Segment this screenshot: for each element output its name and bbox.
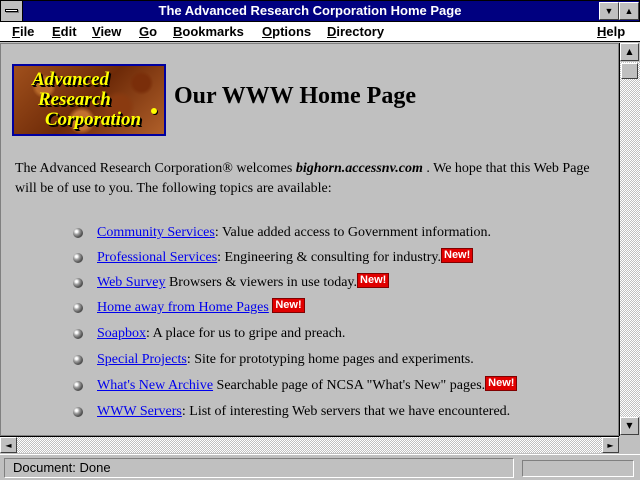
arrow-down-icon: ▼ — [626, 421, 633, 430]
scroll-left-button[interactable]: ◄ — [0, 437, 17, 453]
bullet-icon — [73, 329, 83, 339]
menu-bookmarks[interactable]: Bookmarks — [173, 22, 244, 41]
menu-view[interactable]: View — [92, 22, 121, 41]
menu-bar: File Edit View Go Bookmarks Options Dire… — [0, 22, 640, 42]
page-content: Advanced Research Corporation Our WWW Ho… — [0, 43, 619, 436]
scroll-down-button[interactable]: ▼ — [620, 417, 639, 435]
bullet-icon — [73, 407, 83, 417]
system-menu-button[interactable] — [1, 1, 23, 21]
link-whats-new-archive[interactable]: What's New Archive — [97, 378, 213, 393]
list-item: Special Projects: Site for prototyping h… — [1, 348, 618, 372]
window-title: The Advanced Research Corporation Home P… — [158, 3, 462, 18]
status-bar: Document: Done — [0, 454, 640, 480]
bullet-icon — [73, 355, 83, 365]
scroll-right-button[interactable]: ► — [602, 437, 619, 453]
bullet-icon — [73, 253, 83, 263]
bullet-icon — [73, 381, 83, 391]
arrow-right-icon: ► — [607, 441, 614, 450]
list-item: Soapbox: A place for us to gripe and pre… — [1, 322, 618, 346]
minimize-button[interactable]: ▼ — [599, 2, 619, 20]
menu-go[interactable]: Go — [139, 22, 157, 41]
arrow-up-icon: ▲ — [626, 47, 633, 56]
list-item: Community Services: Value added access t… — [1, 221, 618, 245]
link-home-away-from-home-pages[interactable]: Home away from Home Pages — [97, 300, 269, 315]
progress-indicator — [522, 460, 634, 477]
menu-file[interactable]: File — [12, 22, 34, 41]
minimize-icon: ▼ — [604, 6, 614, 16]
link-community-services[interactable]: Community Services — [97, 225, 215, 240]
page-title: Our WWW Home Page — [174, 83, 416, 109]
link-professional-services[interactable]: Professional Services — [97, 250, 217, 265]
maximize-button[interactable]: ▲ — [619, 2, 639, 20]
list-item: Web Survey Browsers & viewers in use tod… — [1, 271, 618, 295]
maximize-icon: ▲ — [624, 6, 634, 16]
new-badge: New! — [272, 298, 305, 313]
link-web-survey[interactable]: Web Survey — [97, 275, 165, 290]
scroll-up-button[interactable]: ▲ — [620, 43, 639, 61]
menu-options[interactable]: Options — [262, 22, 311, 41]
arrow-left-icon: ◄ — [5, 441, 12, 450]
vertical-scroll-thumb[interactable] — [621, 63, 638, 79]
title-bar[interactable]: The Advanced Research Corporation Home P… — [0, 0, 640, 22]
status-text: Document: Done — [4, 458, 514, 478]
logo-dot — [151, 108, 157, 114]
bullet-icon — [73, 228, 83, 238]
menu-edit[interactable]: Edit — [52, 22, 77, 41]
menu-directory[interactable]: Directory — [327, 22, 384, 41]
browser-window: The Advanced Research Corporation Home P… — [0, 0, 640, 480]
new-badge: New! — [485, 376, 518, 391]
vertical-scrollbar[interactable]: ▲ ▼ — [619, 43, 640, 436]
company-logo: Advanced Research Corporation — [12, 64, 166, 136]
bullet-icon — [73, 303, 83, 313]
link-www-servers[interactable]: WWW Servers — [97, 404, 182, 419]
vertical-scroll-track[interactable] — [620, 62, 640, 417]
list-item: What's New Archive Searchable page of NC… — [1, 374, 618, 398]
intro-paragraph: The Advanced Research Corporation® welco… — [15, 161, 590, 196]
list-item: Home away from Home Pages New! — [1, 296, 618, 320]
new-badge: New! — [441, 248, 474, 263]
system-menu-icon — [5, 9, 18, 12]
link-special-projects[interactable]: Special Projects — [97, 352, 187, 367]
horizontal-scrollbar[interactable]: ◄ ► — [0, 436, 619, 453]
new-badge: New! — [357, 273, 390, 288]
link-soapbox[interactable]: Soapbox — [97, 326, 146, 341]
horizontal-scroll-track[interactable] — [17, 437, 602, 453]
bullet-icon — [73, 278, 83, 288]
list-item: WWW Servers: List of interesting Web ser… — [1, 400, 618, 424]
menu-help[interactable]: Help — [597, 22, 625, 41]
host-name: bighorn.accessnv.com — [295, 161, 423, 176]
list-item: Professional Services: Engineering & con… — [1, 246, 618, 270]
